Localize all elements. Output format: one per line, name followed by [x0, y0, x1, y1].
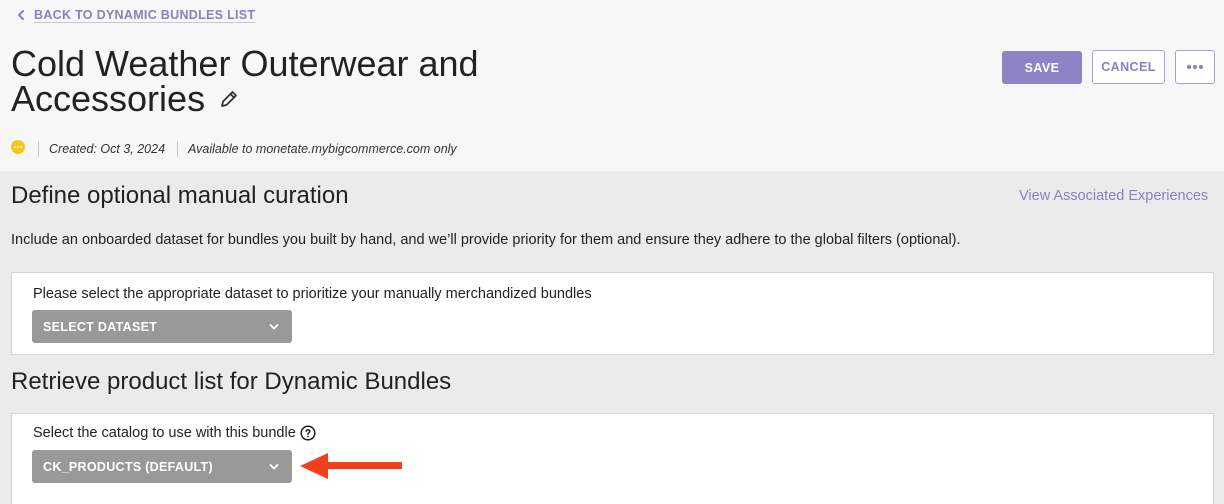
availability-text: Available to monetate.mybigcommerce.com …	[188, 142, 457, 156]
dropdown-value: SELECT DATASET	[43, 319, 158, 334]
metadata-row: Created: Oct 3, 2024 Available to moneta…	[11, 140, 457, 157]
save-button[interactable]: SAVE	[1002, 51, 1082, 84]
page-title: Cold Weather Outerwear and Accessories	[11, 46, 531, 119]
more-horizontal-icon	[1187, 65, 1203, 69]
more-options-button[interactable]	[1175, 50, 1215, 84]
divider	[177, 141, 179, 157]
back-to-list-link[interactable]: BACK TO DYNAMIC BUNDLES LIST	[14, 8, 255, 22]
callout-arrow-icon	[300, 453, 402, 479]
catalog-dropdown[interactable]: CK_PRODUCTS (DEFAULT)	[32, 450, 292, 483]
section-description: Include an onboarded dataset for bundles…	[11, 232, 961, 248]
cancel-button[interactable]: CANCEL	[1092, 50, 1165, 84]
status-icon	[11, 140, 25, 154]
chevron-down-icon	[269, 464, 279, 470]
section-title-product-list: Retrieve product list for Dynamic Bundle…	[11, 368, 452, 395]
created-date: Created: Oct 3, 2024	[49, 142, 166, 156]
back-link-label: BACK TO DYNAMIC BUNDLES LIST	[34, 8, 256, 22]
chevron-down-icon	[269, 324, 279, 330]
dataset-card: Please select the appropriate dataset to…	[11, 272, 1214, 355]
select-dataset-dropdown[interactable]: SELECT DATASET	[32, 310, 292, 343]
page-title-line2: Accessories	[11, 78, 206, 119]
help-icon[interactable]	[300, 425, 316, 441]
pencil-edit-icon[interactable]	[219, 89, 239, 109]
dropdown-value: CK_PRODUCTS (DEFAULT)	[43, 459, 213, 474]
catalog-card: Select the catalog to use with this bund…	[11, 413, 1214, 504]
catalog-card-label: Select the catalog to use with this bund…	[33, 425, 316, 441]
view-associated-experiences-link[interactable]: View Associated Experiences	[1019, 188, 1208, 204]
dataset-card-label: Please select the appropriate dataset to…	[33, 286, 592, 302]
catalog-label-text: Select the catalog to use with this bund…	[33, 425, 296, 441]
divider	[38, 141, 39, 157]
chevron-left-icon	[18, 10, 24, 20]
page-header: BACK TO DYNAMIC BUNDLES LIST Cold Weathe…	[0, 0, 1224, 171]
section-title-manual-curation: Define optional manual curation	[11, 182, 349, 209]
